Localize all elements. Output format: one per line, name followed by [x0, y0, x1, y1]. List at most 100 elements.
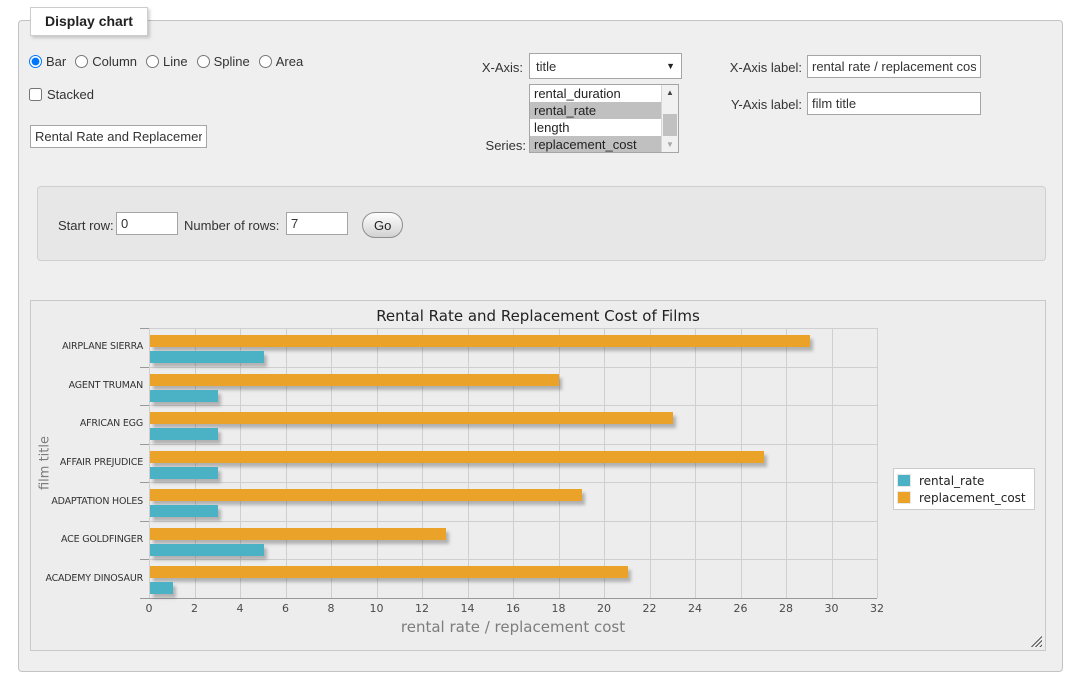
stacked-label: Stacked: [47, 87, 94, 102]
x-tick-label: 30: [815, 602, 849, 615]
chart-title: Rental Rate and Replacement Cost of Film…: [31, 307, 1045, 325]
go-button[interactable]: Go: [362, 212, 403, 238]
chart-container: Rental Rate and Replacement Cost of Film…: [30, 300, 1046, 651]
gridline: [286, 328, 287, 598]
legend-label: replacement_cost: [919, 491, 1026, 505]
row-gridline: [149, 521, 877, 522]
gridline: [331, 328, 332, 598]
row-gridline: [149, 444, 877, 445]
radio-area[interactable]: [259, 55, 272, 68]
series-option-rental_duration[interactable]: rental_duration: [530, 85, 661, 102]
rows-form-panel: Start row: Number of rows: Go: [37, 186, 1046, 261]
legend-entry: replacement_cost: [897, 489, 1026, 506]
x-tick-label: 12: [405, 602, 439, 615]
x-axis-select[interactable]: title ▼: [529, 53, 682, 79]
series-option-rental_rate[interactable]: rental_rate: [530, 102, 661, 119]
bar-rental_rate: [150, 428, 218, 440]
row-gridline: [149, 482, 877, 483]
radio-column[interactable]: [75, 55, 88, 68]
stacked-checkbox[interactable]: [29, 88, 42, 101]
y-axis-label-input[interactable]: [807, 92, 981, 115]
chart-type-radio-area[interactable]: Area: [259, 54, 303, 69]
series-list-label: Series:: [448, 138, 526, 153]
x-tick-label: 16: [496, 602, 530, 615]
category-label: AFRICAN EGG: [31, 418, 143, 429]
x-axis-label-caption: X-Axis label:: [718, 60, 802, 75]
series-multiselect[interactable]: rental_durationrental_ratelengthreplacem…: [529, 84, 679, 153]
gridline: [468, 328, 469, 598]
row-gridline: [149, 367, 877, 368]
x-tick-label: 0: [132, 602, 166, 615]
number-of-rows-input[interactable]: [286, 212, 348, 235]
stacked-checkbox-row[interactable]: Stacked: [29, 87, 94, 102]
x-tick-label: 20: [587, 602, 621, 615]
gridline: [650, 328, 651, 598]
x-tick-label: 10: [360, 602, 394, 615]
chart-type-radio-bar[interactable]: Bar: [29, 54, 66, 69]
legend-entry: rental_rate: [897, 472, 1026, 489]
series-option-replacement_cost[interactable]: replacement_cost: [530, 136, 661, 153]
category-label: ACADEMY DINOSAUR: [31, 573, 143, 584]
gridline: [695, 328, 696, 598]
x-axis-select-label: X-Axis:: [448, 60, 523, 75]
chart-title-input[interactable]: [30, 125, 207, 148]
x-tick-label: 26: [724, 602, 758, 615]
gridline: [377, 328, 378, 598]
legend-label: rental_rate: [919, 474, 984, 488]
bar-rental_rate: [150, 544, 264, 556]
bar-rental_rate: [150, 467, 218, 479]
radio-bar[interactable]: [29, 55, 42, 68]
plot-area: [149, 328, 877, 598]
start-row-input[interactable]: [116, 212, 178, 235]
legend-swatch-rental_rate: [897, 474, 911, 487]
series-option-length[interactable]: length: [530, 119, 661, 136]
chart-type-radio-spline[interactable]: Spline: [197, 54, 250, 69]
gridline: [741, 328, 742, 598]
y-tick-mark: [140, 598, 149, 599]
bar-replacement_cost: [150, 489, 582, 501]
x-tick-label: 24: [678, 602, 712, 615]
bar-replacement_cost: [150, 451, 764, 463]
category-label: ACE GOLDFINGER: [31, 534, 143, 545]
series-scrollbar[interactable]: ▲ ▼: [661, 85, 678, 152]
y-tick-mark: [140, 521, 149, 522]
scroll-down-icon[interactable]: ▼: [662, 137, 678, 152]
y-tick-mark: [140, 482, 149, 483]
fieldset-legend: Display chart: [30, 7, 148, 36]
row-gridline: [149, 328, 877, 329]
chart-type-radio-column[interactable]: Column: [75, 54, 137, 69]
bar-rental_rate: [150, 351, 264, 363]
category-label: AGENT TRUMAN: [31, 380, 143, 391]
radio-spline[interactable]: [197, 55, 210, 68]
gridline: [559, 328, 560, 598]
start-row-label: Start row:: [58, 218, 114, 233]
bar-replacement_cost: [150, 335, 810, 347]
y-tick-mark: [140, 367, 149, 368]
x-axis-label-input[interactable]: [807, 55, 981, 78]
row-gridline: [149, 405, 877, 406]
bar-rental_rate: [150, 390, 218, 402]
radio-line[interactable]: [146, 55, 159, 68]
series-options: rental_durationrental_ratelengthreplacem…: [530, 85, 661, 152]
scrollbar-thumb[interactable]: [663, 114, 677, 136]
gridline: [832, 328, 833, 598]
gridline: [604, 328, 605, 598]
bar-replacement_cost: [150, 528, 446, 540]
x-tick-label: 32: [860, 602, 894, 615]
radio-label: Area: [276, 54, 303, 69]
chart-legend: rental_rate replacement_cost: [893, 468, 1035, 510]
category-label: AFFAIR PREJUDICE: [31, 457, 143, 468]
x-tick-label: 28: [769, 602, 803, 615]
x-tick-label: 2: [178, 602, 212, 615]
chart-type-radio-line[interactable]: Line: [146, 54, 188, 69]
bar-replacement_cost: [150, 412, 673, 424]
gridline: [513, 328, 514, 598]
bar-replacement_cost: [150, 566, 628, 578]
number-of-rows-label: Number of rows:: [184, 218, 279, 233]
resize-handle-icon[interactable]: [1031, 636, 1042, 647]
gridline: [149, 328, 150, 598]
radio-label: Bar: [46, 54, 66, 69]
y-axis-label-caption: Y-Axis label:: [718, 97, 802, 112]
scroll-up-icon[interactable]: ▲: [662, 85, 678, 100]
bar-rental_rate: [150, 582, 173, 594]
